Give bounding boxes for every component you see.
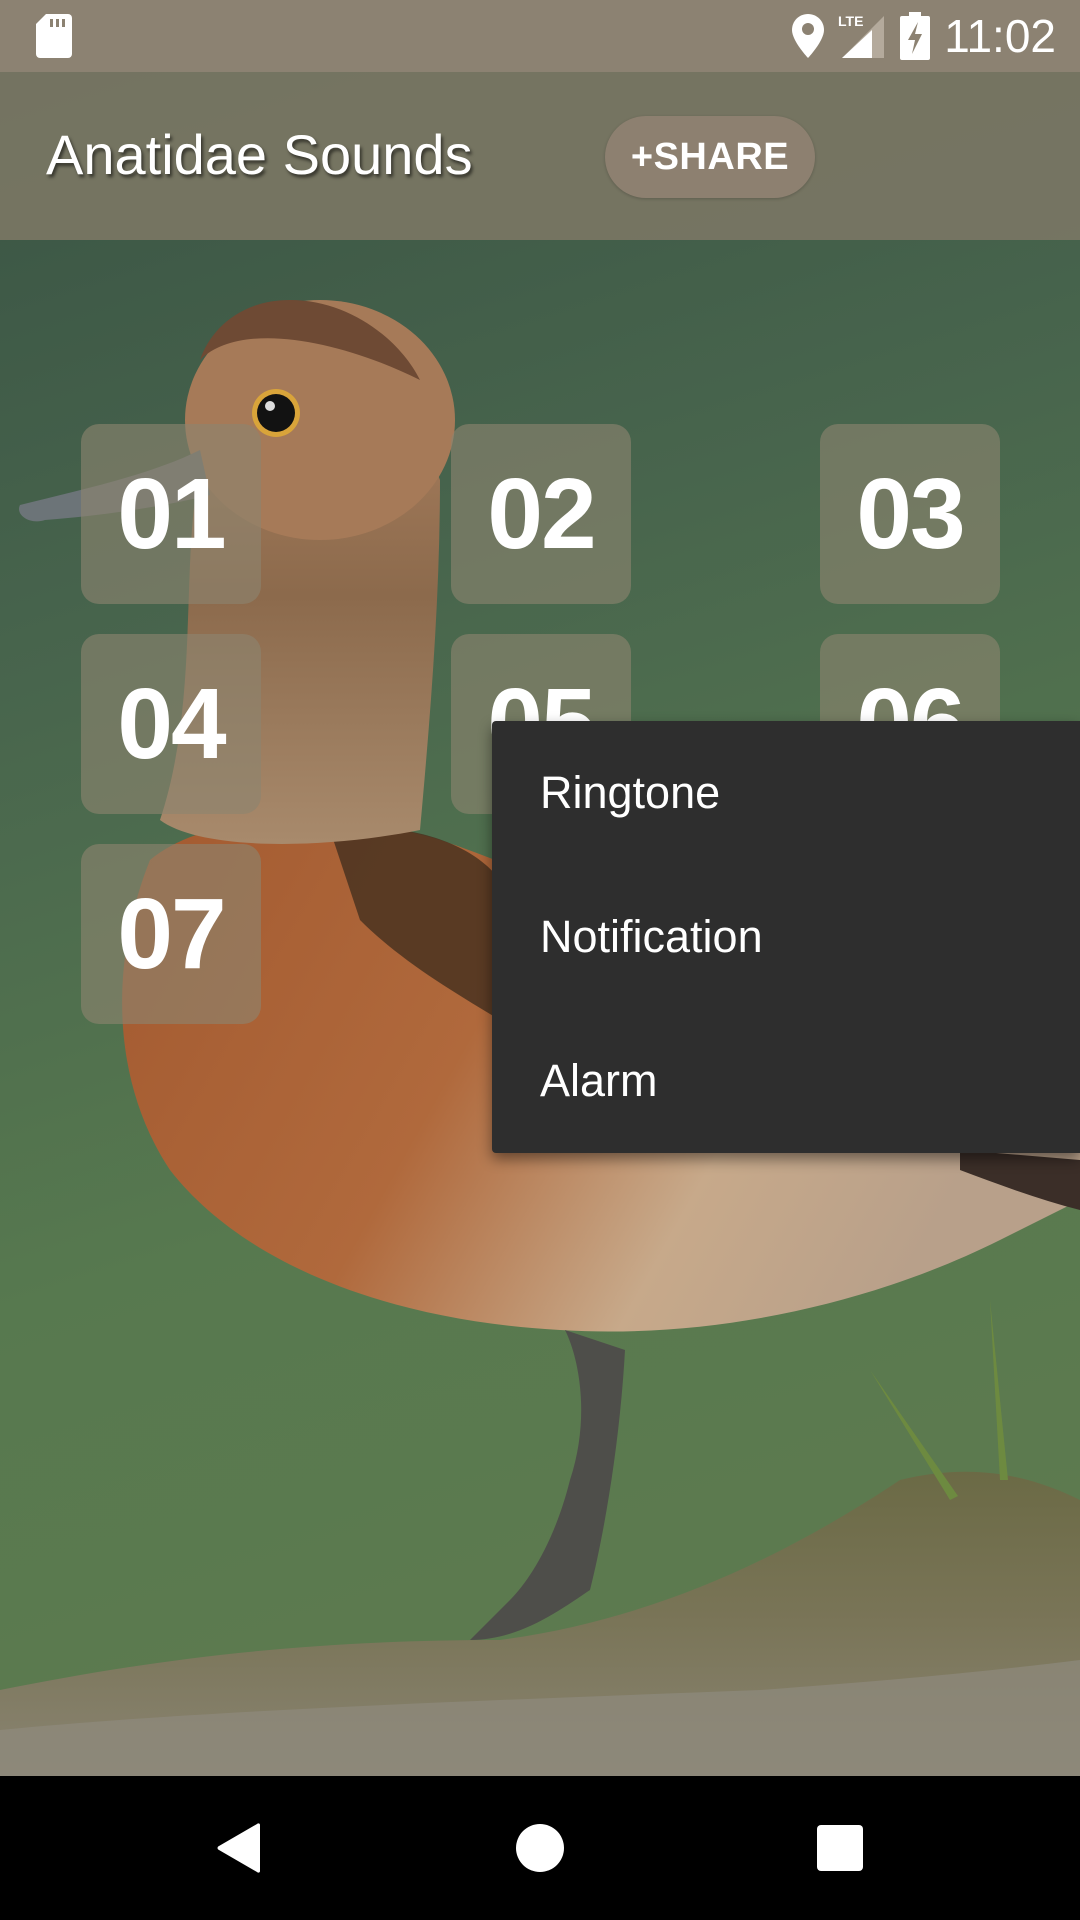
- navigation-bar: [0, 1776, 1080, 1920]
- sound-tile-07[interactable]: 07: [81, 844, 261, 1024]
- sound-tile-04[interactable]: 04: [81, 634, 261, 814]
- share-button[interactable]: +SHARE: [605, 116, 815, 198]
- recents-button[interactable]: [760, 1776, 920, 1920]
- back-button[interactable]: [160, 1776, 320, 1920]
- menu-item-label: Notification: [540, 911, 763, 962]
- home-icon: [516, 1824, 564, 1872]
- home-button[interactable]: [460, 1776, 620, 1920]
- menu-item-alarm[interactable]: Alarm: [492, 1009, 1080, 1153]
- battery-charging-icon: [900, 12, 931, 60]
- menu-item-label: Alarm: [540, 1055, 658, 1106]
- lte-label: LTE: [838, 13, 863, 29]
- lte-signal-icon: LTE: [838, 13, 885, 58]
- menu-item-notification[interactable]: Notification: [492, 865, 1080, 1009]
- status-bar: LTE 11:02: [0, 0, 1080, 72]
- set-as-popup-menu: Ringtone Notification Alarm: [492, 721, 1080, 1153]
- menu-item-ringtone[interactable]: Ringtone: [492, 721, 1080, 865]
- status-time: 11:02: [944, 10, 1056, 62]
- app-title: Anatidae Sounds: [46, 123, 473, 186]
- menu-item-label: Ringtone: [540, 767, 721, 818]
- sound-tile-01[interactable]: 01: [81, 424, 261, 604]
- sd-card-icon: [36, 14, 72, 58]
- recents-icon: [817, 1825, 863, 1871]
- back-icon: [217, 1823, 260, 1873]
- sound-tile-02[interactable]: 02: [451, 424, 631, 604]
- sound-tile-03[interactable]: 03: [820, 424, 1000, 604]
- location-pin-icon: [792, 14, 825, 58]
